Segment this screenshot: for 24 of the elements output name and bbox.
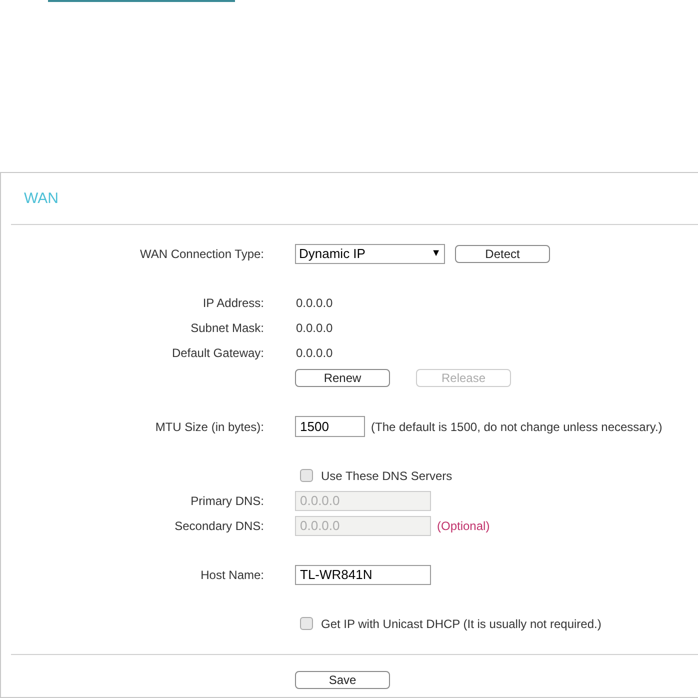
save-button[interactable]: Save bbox=[295, 671, 390, 689]
input-field[interactable]: 1500 bbox=[295, 416, 365, 437]
field-label: IP Address: bbox=[202, 296, 264, 310]
field-value: 0.0.0.0 bbox=[295, 296, 333, 310]
checkbox-label[interactable]: Use These DNS Servers bbox=[321, 468, 452, 482]
field-label: Primary DNS: bbox=[190, 494, 264, 508]
field-value: 0.0.0.0 bbox=[295, 320, 333, 334]
field-label: Subnet Mask: bbox=[190, 320, 264, 334]
field-value: 0.0.0.0 bbox=[295, 346, 333, 360]
button[interactable]: Renew bbox=[295, 368, 390, 386]
connection-type-dropdown[interactable]: Dynamic IP ▼ bbox=[295, 244, 445, 264]
panel-title: WAN bbox=[24, 190, 58, 207]
field-label: Secondary DNS: bbox=[174, 518, 264, 532]
field-label: WAN Connection Type: bbox=[140, 246, 264, 260]
checkbox-label[interactable]: Get IP with Unicast DHCP (It is usually not required.) bbox=[321, 616, 602, 630]
field-label: Host Name: bbox=[200, 568, 264, 582]
hint-text: (Optional) bbox=[437, 518, 490, 532]
checkbox[interactable] bbox=[300, 469, 313, 482]
input-field[interactable]: TL-WR841N bbox=[295, 564, 431, 584]
hint-text: (The default is 1500, do not change unless necessary.) bbox=[371, 420, 662, 434]
field-label: Default Gateway: bbox=[172, 346, 264, 360]
checkbox[interactable] bbox=[300, 617, 313, 630]
button[interactable]: Detect bbox=[455, 244, 550, 262]
field-label: MTU Size (in bytes): bbox=[155, 420, 264, 434]
